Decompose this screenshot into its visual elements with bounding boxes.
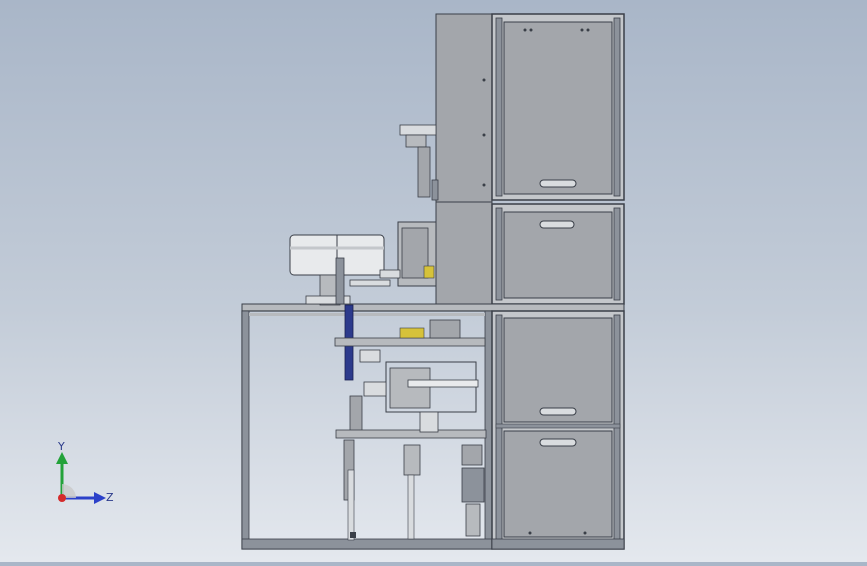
coordinate-triad: Y Z xyxy=(40,440,130,520)
machine-assembly-drawing xyxy=(241,13,625,550)
internal-mechanism xyxy=(334,304,487,541)
top-cabinet-door xyxy=(503,21,613,195)
roll-cylinder xyxy=(289,234,391,306)
y-axis-label: Y xyxy=(57,440,65,453)
upper-tower xyxy=(435,13,625,305)
lower-cabinet-door-2 xyxy=(503,430,613,538)
middle-cabinet-handle xyxy=(539,220,575,229)
table-top xyxy=(241,303,625,312)
origin-marker xyxy=(58,494,66,502)
upper-mechanism xyxy=(379,124,439,287)
lower-cabinet-handle-1 xyxy=(539,407,577,416)
top-cabinet-handle xyxy=(539,179,577,188)
z-axis-label: Z xyxy=(106,491,114,504)
lower-cabinets xyxy=(491,310,625,550)
lower-cabinet-handle-2 xyxy=(539,438,577,447)
upper-housing xyxy=(435,13,493,305)
cad-model-viewport[interactable]: Y Z xyxy=(0,0,867,562)
lower-cabinet-door-1 xyxy=(503,317,613,423)
